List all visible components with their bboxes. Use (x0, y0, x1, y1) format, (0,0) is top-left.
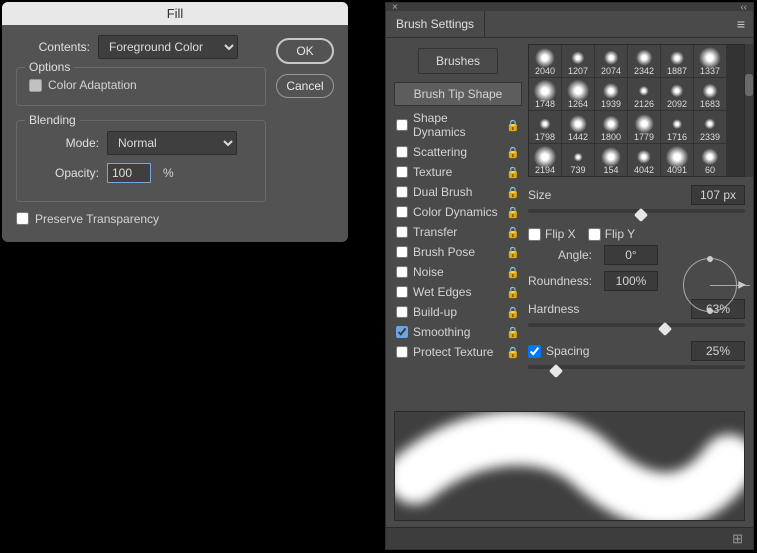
brush-preset[interactable]: 60 (694, 144, 726, 176)
contents-label: Contents: (20, 40, 90, 54)
fill-dialog: Fill Contents: Foreground Color OK Cance… (2, 2, 348, 242)
brush-preset[interactable]: 1337 (694, 45, 726, 77)
brush-preset[interactable]: 2040 (529, 45, 561, 77)
brush-preset-grid[interactable]: 204012072074234218871337 1748126419392126… (528, 44, 745, 177)
spacing-slider[interactable] (528, 363, 745, 377)
size-value[interactable]: 107 px (691, 185, 745, 205)
new-preset-icon[interactable]: ⊞ (732, 531, 743, 547)
lock-icon[interactable]: 🔒 (506, 326, 520, 339)
brush-option-wet-edges[interactable]: Wet Edges🔒 (394, 282, 522, 302)
lock-icon[interactable]: 🔒 (506, 186, 520, 199)
preserve-transparency-checkbox[interactable]: Preserve Transparency (16, 212, 159, 226)
tab-brush-settings[interactable]: Brush Settings (386, 11, 485, 37)
lock-icon[interactable]: 🔒 (506, 226, 520, 239)
lock-icon[interactable]: 🔒 (506, 306, 520, 319)
brush-preset[interactable]: 1442 (562, 111, 594, 143)
brush-preset[interactable]: 1207 (562, 45, 594, 77)
lock-icon[interactable]: 🔒 (506, 246, 520, 259)
options-group: Options Color Adaptation (16, 67, 266, 106)
brush-option-transfer[interactable]: Transfer🔒 (394, 222, 522, 242)
brush-preset[interactable]: 2074 (595, 45, 627, 77)
hardness-label: Hardness (528, 302, 579, 316)
brush-option-color-dynamics[interactable]: Color Dynamics🔒 (394, 202, 522, 222)
color-adaptation-checkbox: Color Adaptation (29, 78, 137, 92)
brush-preset[interactable]: 1887 (661, 45, 693, 77)
brush-option-protect-texture[interactable]: Protect Texture🔒 (394, 342, 522, 362)
brush-preset[interactable]: 2342 (628, 45, 660, 77)
roundness-value[interactable]: 100% (604, 271, 658, 291)
brush-option-build-up[interactable]: Build-up🔒 (394, 302, 522, 322)
brush-preset[interactable]: 4091 (661, 144, 693, 176)
brush-preset[interactable]: 1748 (529, 78, 561, 110)
spacing-checkbox[interactable]: Spacing (528, 344, 589, 358)
opacity-label: Opacity: (29, 166, 99, 180)
brush-preset[interactable]: 1800 (595, 111, 627, 143)
brush-option-brush-pose[interactable]: Brush Pose🔒 (394, 242, 522, 262)
brushes-button[interactable]: Brushes (418, 48, 498, 74)
brush-stroke-preview (394, 411, 745, 521)
brush-preset[interactable]: 1939 (595, 78, 627, 110)
lock-icon[interactable]: 🔒 (506, 119, 520, 132)
spacing-value[interactable]: 25% (691, 341, 745, 361)
brush-preset[interactable]: 154 (595, 144, 627, 176)
lock-icon[interactable]: 🔒 (506, 286, 520, 299)
brush-preset[interactable]: 1264 (562, 78, 594, 110)
angle-value[interactable]: 0° (604, 245, 658, 265)
opacity-input[interactable] (107, 163, 151, 183)
brush-preset[interactable]: 2194 (529, 144, 561, 176)
brush-settings-panel: × ‹‹ Brush Settings ≡ Brushes Brush Tip … (385, 2, 754, 550)
ok-button[interactable]: OK (276, 38, 334, 64)
brush-option-dual-brush[interactable]: Dual Brush🔒 (394, 182, 522, 202)
brush-preset[interactable]: 739 (562, 144, 594, 176)
lock-icon[interactable]: 🔒 (506, 346, 520, 359)
brush-option-texture[interactable]: Texture🔒 (394, 162, 522, 182)
preset-scrollbar-thumb[interactable] (745, 74, 753, 96)
lock-icon[interactable]: 🔒 (506, 266, 520, 279)
cancel-button[interactable]: Cancel (276, 74, 334, 98)
lock-icon[interactable]: 🔒 (506, 146, 520, 159)
lock-icon[interactable]: 🔒 (506, 166, 520, 179)
brush-tip-shape-button[interactable]: Brush Tip Shape (394, 82, 522, 106)
flip-x-checkbox[interactable]: Flip X (528, 227, 576, 241)
brush-preset[interactable]: 1683 (694, 78, 726, 110)
size-label: Size (528, 188, 551, 202)
brush-option-scattering[interactable]: Scattering🔒 (394, 142, 522, 162)
brush-preset[interactable]: 4042 (628, 144, 660, 176)
roundness-label: Roundness: (528, 274, 598, 288)
size-slider[interactable] (528, 207, 745, 221)
contents-select[interactable]: Foreground Color (98, 35, 238, 59)
blending-group: Blending Mode: Normal Opacity: % (16, 120, 266, 202)
lock-icon[interactable]: 🔒 (506, 206, 520, 219)
brush-preset[interactable]: 1716 (661, 111, 693, 143)
brush-preset[interactable]: 1798 (529, 111, 561, 143)
mode-select[interactable]: Normal (107, 131, 237, 155)
brush-preset[interactable]: 1779 (628, 111, 660, 143)
angle-label: Angle: (528, 248, 598, 262)
hardness-slider[interactable] (528, 321, 745, 335)
brush-preset[interactable]: 2126 (628, 78, 660, 110)
flip-y-checkbox[interactable]: Flip Y (588, 227, 635, 241)
brush-preset[interactable]: 2339 (694, 111, 726, 143)
brush-preset[interactable]: 2092 (661, 78, 693, 110)
mode-label: Mode: (29, 136, 99, 150)
panel-menu-icon[interactable]: ≡ (729, 12, 753, 36)
brush-option-shape-dynamics[interactable]: Shape Dynamics🔒 (394, 108, 522, 142)
dialog-title: Fill (2, 2, 348, 25)
preset-scrollbar[interactable] (745, 44, 753, 177)
brush-option-noise[interactable]: Noise🔒 (394, 262, 522, 282)
angle-roundness-widget[interactable]: ▶ (679, 254, 741, 316)
brush-option-smoothing[interactable]: Smoothing🔒 (394, 322, 522, 342)
